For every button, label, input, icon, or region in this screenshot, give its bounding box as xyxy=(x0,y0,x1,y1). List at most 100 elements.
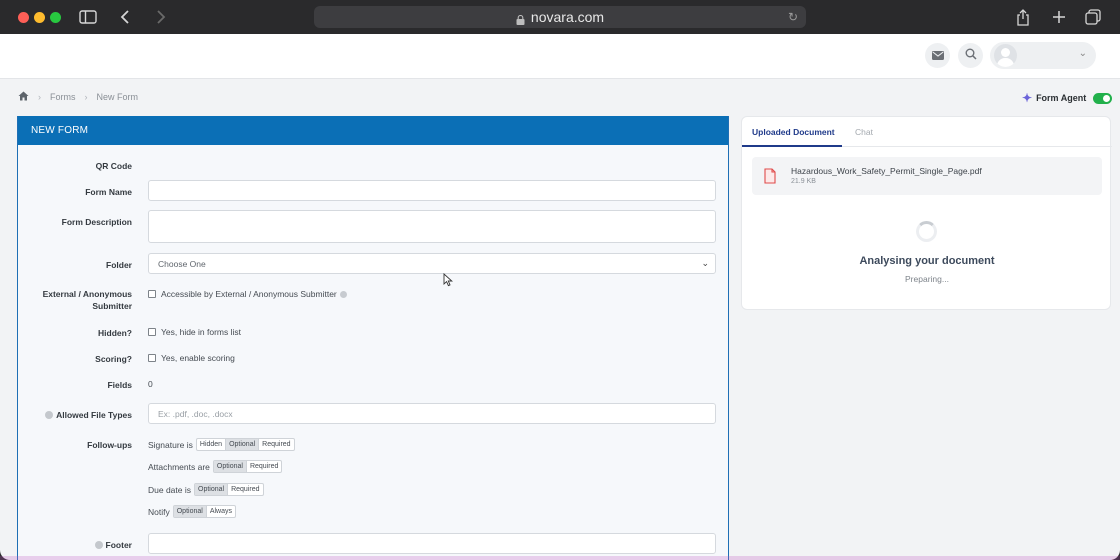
due-date-segmented-control: Optional Required xyxy=(194,483,264,496)
attachments-option-optional[interactable]: Optional xyxy=(213,461,246,472)
signature-option-hidden[interactable]: Hidden xyxy=(197,439,225,450)
forward-icon[interactable] xyxy=(152,8,170,26)
qr-code-label: QR Code xyxy=(95,161,132,171)
attachments-prefix: Attachments are xyxy=(148,461,210,472)
pdf-file-icon xyxy=(763,168,777,184)
signature-follow-up: Signature is Hidden Optional Required xyxy=(148,438,295,451)
search-button[interactable] xyxy=(958,43,983,68)
reload-icon[interactable]: ↻ xyxy=(788,10,798,24)
notify-prefix: Notify xyxy=(148,506,170,517)
info-icon[interactable] xyxy=(45,411,54,419)
breadcrumb: › Forms › New Form xyxy=(18,91,138,103)
uploaded-document-panel: Uploaded Document Chat Hazardous_Work_Sa… xyxy=(741,116,1112,310)
hidden-text: Yes, hide in forms list xyxy=(161,327,241,337)
breadcrumb-separator: › xyxy=(38,92,41,102)
external-submitter-label: External / Anonymous Submitter xyxy=(42,289,132,311)
tab-uploaded-document[interactable]: Uploaded Document xyxy=(752,127,835,137)
new-form-card: NEW FORM QR Code Form Name Form Descript… xyxy=(17,116,729,560)
new-tab-icon[interactable] xyxy=(1050,8,1068,26)
folder-select[interactable]: Choose One ⌄ xyxy=(148,253,716,274)
analysis-status-title: Analysing your document xyxy=(859,255,995,267)
footer-input[interactable] xyxy=(148,533,716,554)
form-agent-control: ✦ Form Agent xyxy=(1022,91,1113,105)
allowed-file-types-label: Allowed File Types xyxy=(45,409,132,421)
lock-icon xyxy=(516,12,525,25)
checkbox-box[interactable] xyxy=(148,290,156,298)
checkbox-box[interactable] xyxy=(148,328,156,336)
notify-follow-up: Notify Optional Always xyxy=(148,505,236,518)
messages-button[interactable] xyxy=(925,43,950,68)
due-date-follow-up: Due date is Optional Required xyxy=(148,483,264,496)
loading-spinner-icon xyxy=(916,221,937,242)
active-tab-indicator xyxy=(742,145,842,147)
allowed-file-types-input[interactable]: Ex: .pdf, .doc, .docx xyxy=(148,403,716,424)
breadcrumb-current: New Form xyxy=(96,92,139,102)
web-page: ⌄ › Forms › New Form ✦ Form Agent NEW FO… xyxy=(0,34,1120,560)
footer-label: Footer xyxy=(94,539,132,551)
minimize-window-button[interactable] xyxy=(34,12,45,23)
panel-tabs: Uploaded Document Chat xyxy=(742,117,1112,147)
window-bottom-edge xyxy=(0,556,1120,560)
scoring-label: Scoring? xyxy=(95,354,132,364)
fields-label: Fields xyxy=(107,380,132,390)
info-icon[interactable] xyxy=(339,290,347,298)
folder-select-value: Choose One xyxy=(158,258,206,269)
browser-toolbar: novara.com ↻ xyxy=(0,0,1120,34)
external-submitter-checkbox[interactable]: Accessible by External / Anonymous Submi… xyxy=(148,289,347,299)
zoom-window-button[interactable] xyxy=(50,12,61,23)
file-size: 21.9 KB xyxy=(791,178,816,185)
chevron-down-icon: ⌄ xyxy=(1078,48,1087,59)
due-date-option-optional[interactable]: Optional xyxy=(195,484,228,495)
form-description-label: Form Description xyxy=(61,217,132,227)
share-icon[interactable] xyxy=(1014,8,1032,26)
notify-segmented-control: Optional Always xyxy=(172,505,236,518)
due-date-prefix: Due date is xyxy=(148,484,191,495)
mail-icon xyxy=(931,47,944,65)
user-menu[interactable]: ⌄ xyxy=(990,42,1096,69)
chevron-down-icon: ⌄ xyxy=(701,258,709,268)
avatar xyxy=(994,44,1017,67)
sparkle-icon: ✦ xyxy=(1022,91,1033,105)
scoring-checkbox[interactable]: Yes, enable scoring xyxy=(148,353,235,363)
form-name-label: Form Name xyxy=(85,187,132,197)
signature-option-optional[interactable]: Optional xyxy=(225,439,259,450)
app-header: ⌄ xyxy=(0,34,1120,79)
search-icon xyxy=(965,47,977,65)
file-name: Hazardous_Work_Safety_Permit_Single_Page… xyxy=(791,166,982,176)
form-agent-toggle[interactable] xyxy=(1093,92,1113,104)
checkbox-box[interactable] xyxy=(148,354,156,362)
back-icon[interactable] xyxy=(116,8,134,26)
analysis-status-subtitle: Preparing... xyxy=(905,274,949,284)
folder-label: Folder xyxy=(106,260,132,270)
notify-option-always[interactable]: Always xyxy=(205,506,235,517)
scoring-text: Yes, enable scoring xyxy=(161,353,235,363)
form-name-input[interactable] xyxy=(148,180,716,201)
address-bar[interactable]: novara.com ↻ xyxy=(314,6,806,28)
hidden-label: Hidden? xyxy=(98,328,132,338)
attachments-follow-up: Attachments are Optional Required xyxy=(148,460,283,473)
mouse-cursor-icon xyxy=(443,272,453,287)
signature-option-required[interactable]: Required xyxy=(258,439,293,450)
notify-option-optional[interactable]: Optional xyxy=(173,506,206,517)
home-icon[interactable] xyxy=(18,91,29,103)
breadcrumb-forms-link[interactable]: Forms xyxy=(50,92,76,102)
close-window-button[interactable] xyxy=(18,12,29,23)
tab-chat[interactable]: Chat xyxy=(855,127,873,137)
breadcrumb-separator: › xyxy=(84,92,88,102)
attachments-segmented-control: Optional Required xyxy=(212,460,283,473)
signature-segmented-control: Hidden Optional Required xyxy=(195,438,295,451)
url-text: novara.com xyxy=(530,9,605,25)
hidden-checkbox[interactable]: Yes, hide in forms list xyxy=(148,327,241,337)
external-submitter-text: Accessible by External / Anonymous Submi… xyxy=(161,289,337,299)
uploaded-file-card[interactable]: Hazardous_Work_Safety_Permit_Single_Page… xyxy=(752,157,1102,195)
sidebar-toggle-icon[interactable] xyxy=(79,8,97,26)
follow-ups-label: Follow-ups xyxy=(87,440,132,450)
attachments-option-required[interactable]: Required xyxy=(245,461,281,472)
fields-count: 0 xyxy=(148,379,153,389)
tab-overview-icon[interactable] xyxy=(1084,8,1102,26)
form-description-textarea[interactable] xyxy=(148,210,716,243)
info-icon[interactable] xyxy=(94,541,103,549)
form-header: NEW FORM xyxy=(18,116,728,145)
signature-prefix: Signature is xyxy=(148,439,193,450)
due-date-option-required[interactable]: Required xyxy=(227,484,262,495)
